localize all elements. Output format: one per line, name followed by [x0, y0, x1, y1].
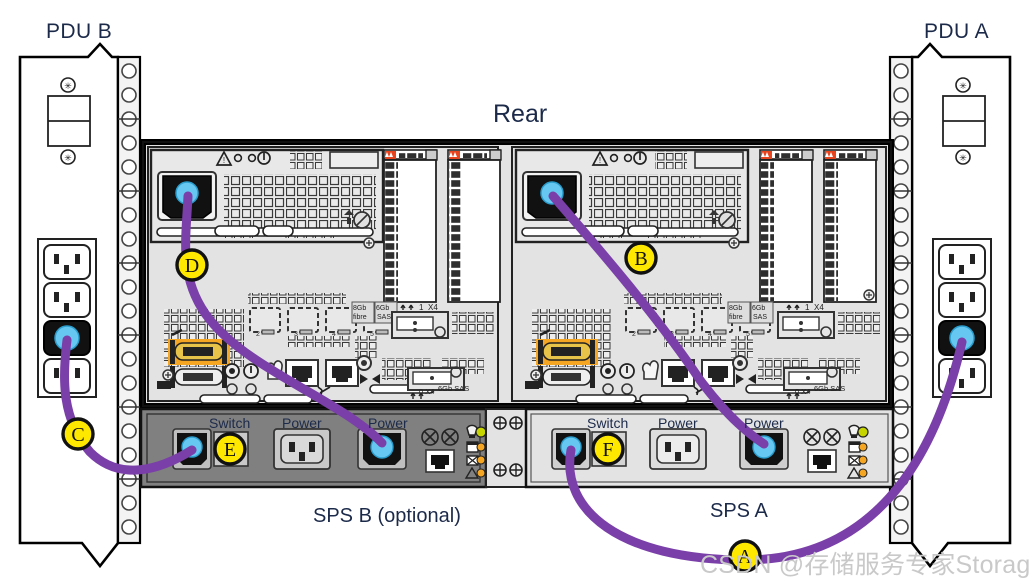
sps-b-power-outlet-right[interactable]	[357, 428, 407, 470]
callout-d: D	[175, 248, 209, 282]
svg-text:F: F	[602, 439, 613, 461]
svg-text:✳: ✳	[64, 153, 72, 163]
svg-text:6Gb: 6Gb	[752, 305, 765, 312]
sps-a-power-label-left: Power	[658, 415, 698, 431]
rear-title: Rear	[493, 100, 548, 128]
sps-a-rj45[interactable]	[807, 449, 837, 473]
sps-a-caption: SPS A	[710, 500, 768, 522]
sps-a-switch-label: Switch	[587, 415, 629, 431]
svg-text:1: 1	[805, 303, 810, 312]
sps-b-power-outlet-left[interactable]	[273, 428, 331, 470]
pdu-b-label: PDU B	[46, 20, 113, 43]
svg-text:✳: ✳	[959, 153, 967, 163]
svg-text:SAS: SAS	[753, 314, 767, 321]
watermark: CSDN @存储服务专家StorageExpert	[700, 551, 1030, 579]
sps-b-rj45[interactable]	[425, 449, 455, 473]
sps-b-switch-label: Switch	[209, 415, 251, 431]
callout-e: E	[213, 432, 247, 466]
svg-text:B: B	[634, 248, 647, 270]
svg-text:✳: ✳	[64, 81, 72, 91]
svg-text:D: D	[185, 255, 199, 277]
callout-c: C	[61, 417, 95, 451]
svg-text:2: 2	[632, 331, 636, 338]
svg-text:!: !	[599, 156, 601, 165]
sps-a-power-outlet-left[interactable]	[649, 428, 707, 470]
sps-b-power-label-right: Power	[368, 415, 408, 431]
svg-text:✳: ✳	[959, 81, 967, 91]
sps-b-caption: SPS B (optional)	[313, 505, 461, 527]
diagram-svg: ✳ ✳ ✳ ✳ ! 2 3 4 5 8Gb fibre 6Gb SAS 1 X4…	[18, 42, 1012, 573]
svg-text:6Gb: 6Gb	[376, 305, 389, 312]
pdu-b: ✳ ✳	[18, 42, 142, 569]
sps-a-power-label-right: Power	[744, 415, 784, 431]
svg-text:6Gb SAS: 6Gb SAS	[438, 384, 469, 393]
svg-text:8Gb: 8Gb	[353, 305, 366, 312]
sp-a-speed-labels: 8Gb fibre 6Gb SAS	[727, 301, 774, 324]
svg-text:6Gb SAS: 6Gb SAS	[814, 384, 845, 393]
callout-f: F	[591, 432, 625, 466]
svg-text:!: !	[223, 156, 225, 165]
svg-text:fibre: fibre	[353, 314, 367, 321]
pdu-a-label: PDU A	[924, 20, 990, 43]
sp-b-speed-labels: 8Gb fibre 6Gb SAS	[351, 301, 398, 324]
svg-text:1: 1	[419, 303, 424, 312]
svg-text:C: C	[71, 424, 84, 446]
callout-b: B	[624, 241, 658, 275]
sp-a-module: ! 2 3 4 5 8Gb fibre 6Gb SAS 1 X4 0 X4 6G…	[511, 146, 887, 404]
svg-text:X4: X4	[814, 303, 824, 312]
svg-text:2: 2	[256, 331, 260, 338]
svg-text:X4: X4	[428, 303, 438, 312]
sps-b-power-label-left: Power	[282, 415, 322, 431]
svg-text:fibre: fibre	[729, 314, 743, 321]
svg-text:8Gb: 8Gb	[729, 305, 742, 312]
svg-text:SAS: SAS	[377, 314, 391, 321]
svg-text:E: E	[224, 439, 236, 461]
pdu-a: ✳ ✳	[888, 42, 1012, 569]
diagram-canvas: ✳ ✳ ✳ ✳ ! 2 3 4 5 8Gb fibre 6Gb SAS 1 X4…	[0, 0, 1030, 579]
